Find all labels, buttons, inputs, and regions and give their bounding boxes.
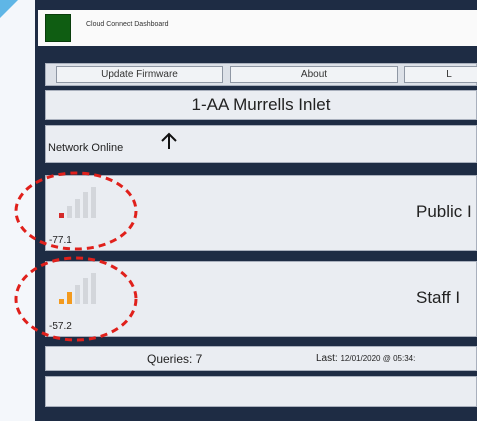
signal-bar — [75, 285, 80, 304]
title-bar: Cloud Connect Dashboard — [38, 10, 477, 46]
bottom-panel — [45, 376, 477, 407]
site-name: 1-AA Murrells Inlet — [45, 90, 477, 120]
signal-bar — [75, 199, 80, 218]
dashboard-window: Cloud Connect Dashboard Update Firmware … — [35, 0, 477, 421]
queries-count: Queries: 7 — [147, 352, 203, 366]
third-toolbar-button[interactable]: L — [404, 66, 477, 83]
signal-bar — [83, 278, 88, 304]
network-label: Public I — [416, 202, 472, 221]
signal-strength-icon — [59, 187, 96, 218]
signal-strength-icon — [59, 273, 96, 304]
network-card[interactable]: -77.1 Public I — [45, 175, 477, 251]
corner-accent — [0, 0, 18, 18]
signal-bar — [59, 299, 64, 304]
rssi-value: -57.2 — [49, 321, 72, 332]
signal-bar — [67, 206, 72, 218]
network-card[interactable]: -57.2 Staff I — [45, 261, 477, 337]
network-label: Staff I — [416, 288, 461, 307]
app-logo — [45, 14, 71, 42]
signal-bar — [83, 192, 88, 218]
last-label: Last: — [316, 353, 338, 364]
signal-bar — [91, 187, 96, 218]
signal-bar — [91, 273, 96, 304]
signal-bar — [59, 213, 64, 218]
up-arrow-icon — [161, 132, 177, 149]
rssi-value: -77.1 — [49, 235, 72, 246]
network-status-text: Network Online — [48, 142, 124, 154]
last-value: 12/01/2020 @ 05:34: — [340, 354, 416, 363]
network-status-panel: Network Online — [45, 125, 477, 163]
window-title: Cloud Connect Dashboard — [86, 21, 169, 28]
last-query-time: Last: 12/01/2020 @ 05:34: — [316, 353, 415, 364]
signal-bar — [67, 292, 72, 304]
update-firmware-button[interactable]: Update Firmware — [56, 66, 223, 83]
toolbar: Update Firmware About L — [45, 63, 477, 86]
about-button[interactable]: About — [230, 66, 398, 83]
query-stats-panel: Queries: 7 Last: 12/01/2020 @ 05:34: — [45, 346, 477, 371]
